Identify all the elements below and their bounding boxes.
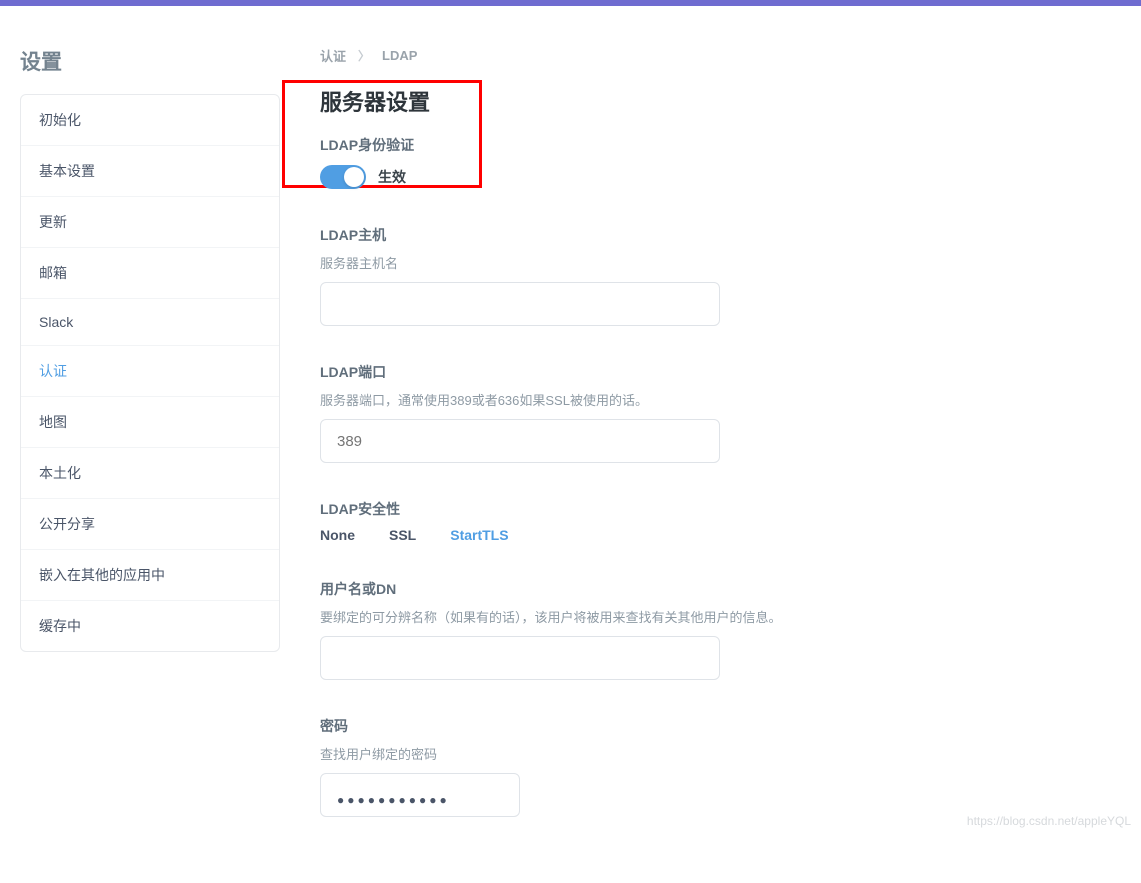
watermark: https://blog.csdn.net/appleYQL [967, 814, 1131, 828]
page-title: 设置 [20, 46, 280, 76]
ldap-security-option-none[interactable]: None [320, 527, 355, 543]
sidebar-item-embed[interactable]: 嵌入在其他的应用中 [21, 550, 279, 601]
ldap-password-input[interactable]: ●●●●●●●●●●● [320, 773, 520, 817]
password-dots: ●●●●●●●●●●● [337, 793, 450, 807]
ldap-security-option-starttls[interactable]: StartTLS [450, 527, 508, 543]
ldap-port-input[interactable] [320, 419, 720, 463]
sidebar-item-auth[interactable]: 认证 [21, 346, 279, 397]
ldap-port-label: LDAP端口 [320, 362, 1060, 382]
ldap-host-desc: 服务器主机名 [320, 253, 1060, 272]
sidebar-item-slack[interactable]: Slack [21, 299, 279, 346]
ldap-security-segmented: None SSL StartTLS [320, 527, 1060, 543]
sidebar-item-caching[interactable]: 缓存中 [21, 601, 279, 651]
sidebar-item-update[interactable]: 更新 [21, 197, 279, 248]
ldap-port-desc: 服务器端口，通常使用389或者636如果SSL被使用的话。 [320, 390, 1060, 409]
breadcrumb-root[interactable]: 认证 [320, 46, 346, 65]
sidebar-item-localization[interactable]: 本土化 [21, 448, 279, 499]
ldap-security-option-ssl[interactable]: SSL [389, 527, 416, 543]
ldap-userdn-input[interactable] [320, 636, 720, 680]
ldap-password-desc: 查找用户绑定的密码 [320, 744, 1060, 763]
ldap-auth-label: LDAP身份验证 [320, 135, 1060, 155]
ldap-userdn-desc: 要绑定的可分辨名称（如果有的话），该用户将被用来查找有关其他用户的信息。 [320, 607, 1060, 626]
ldap-host-label: LDAP主机 [320, 225, 1060, 245]
chevron-right-icon: 〉 [358, 47, 370, 64]
sidebar-item-email[interactable]: 邮箱 [21, 248, 279, 299]
sidebar-item-map[interactable]: 地图 [21, 397, 279, 448]
sidebar-item-setup[interactable]: 初始化 [21, 95, 279, 146]
ldap-password-label: 密码 [320, 716, 1060, 736]
ldap-security-label: LDAP安全性 [320, 499, 1060, 519]
ldap-host-input[interactable] [320, 282, 720, 326]
ldap-auth-toggle[interactable] [320, 165, 366, 189]
breadcrumb: 认证 〉 LDAP [320, 46, 1060, 65]
ldap-auth-toggle-label: 生效 [378, 167, 406, 187]
section-heading: 服务器设置 [320, 85, 1060, 117]
sidebar-item-general[interactable]: 基本设置 [21, 146, 279, 197]
breadcrumb-current: LDAP [382, 48, 417, 63]
sidebar-menu: 初始化 基本设置 更新 邮箱 Slack 认证 地图 本土化 公开分享 嵌入在其… [20, 94, 280, 652]
toggle-knob [344, 167, 364, 187]
ldap-userdn-label: 用户名或DN [320, 579, 1060, 599]
sidebar-item-public-sharing[interactable]: 公开分享 [21, 499, 279, 550]
